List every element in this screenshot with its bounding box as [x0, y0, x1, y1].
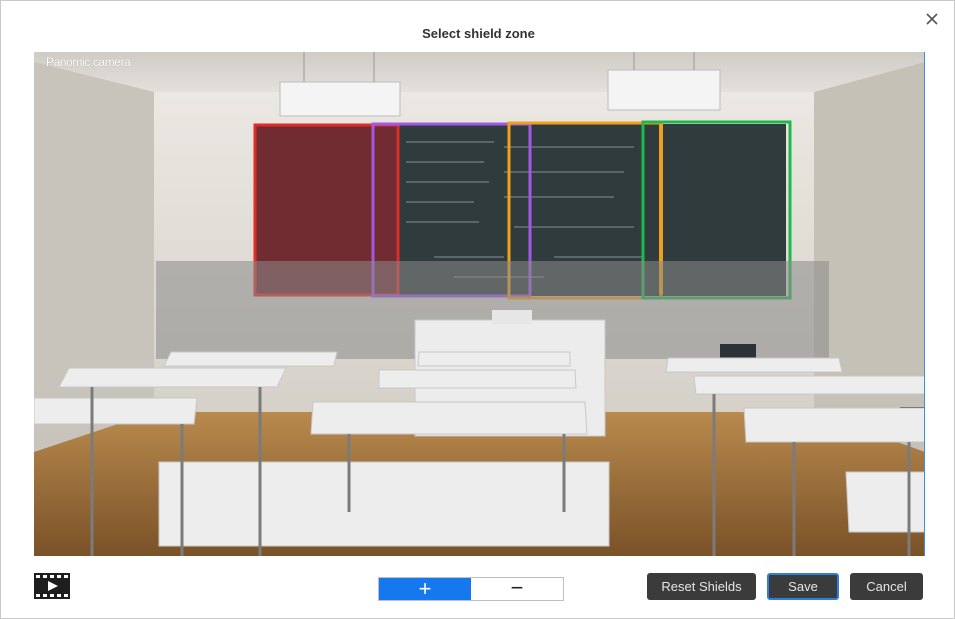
zoom-in-button[interactable]: +: [379, 578, 471, 600]
shield-zone-dialog: Select shield zone Panomic camera + − Re…: [0, 0, 955, 619]
zoom-control: + −: [378, 577, 564, 601]
camera-label: Panomic camera: [46, 55, 131, 69]
film-play-icon[interactable]: [34, 573, 70, 599]
save-button[interactable]: Save: [767, 573, 839, 600]
camera-viewport[interactable]: Panomic camera: [34, 52, 925, 556]
close-icon[interactable]: [924, 11, 940, 27]
zoom-out-button[interactable]: −: [471, 577, 563, 600]
classroom-camera-image: [34, 52, 924, 556]
dialog-title: Select shield zone: [422, 26, 535, 41]
cancel-button[interactable]: Cancel: [850, 573, 923, 600]
reset-shields-button[interactable]: Reset Shields: [647, 573, 756, 600]
